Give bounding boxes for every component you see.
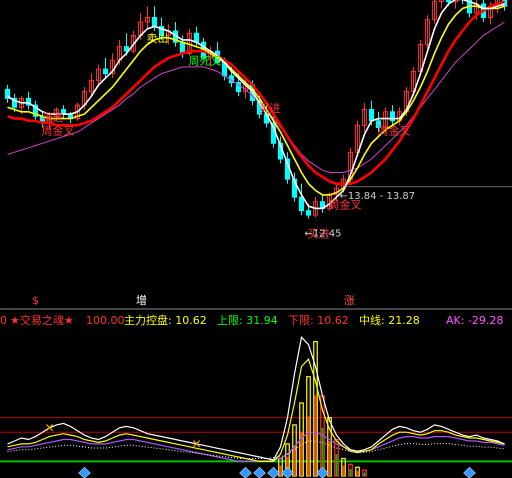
diamond-icon [239, 466, 252, 478]
ak-label: AK: -29.28 [446, 314, 503, 327]
candle-body [102, 68, 109, 75]
candle[interactable] [438, 0, 445, 9]
indicator-bar-inner [279, 465, 282, 476]
signal-annotation: 买进 [259, 102, 281, 115]
crossed-flag-icon: ✕ [45, 421, 55, 435]
low-price-label: ←12.45 [305, 229, 342, 240]
candle[interactable] [431, 0, 438, 25]
candle[interactable] [25, 91, 32, 110]
candle[interactable] [32, 100, 39, 121]
series-label: 中线: 21.28 [359, 313, 420, 327]
candle-body [389, 111, 396, 122]
axis-tick-a: $ [32, 294, 39, 307]
diamond-icon [78, 466, 91, 478]
candle-body [298, 196, 305, 212]
indicator-bar-inner [335, 454, 338, 476]
candle-body [193, 32, 200, 43]
indicator-bar-inner [363, 472, 366, 476]
series-label: 上限: 31.94 [217, 314, 278, 327]
indicator-name: ★交易之魂★ [10, 313, 74, 327]
diamond-icon [253, 466, 266, 478]
line-yellow [7, 358, 505, 462]
indicator-value: 100.00 [86, 314, 125, 327]
candle[interactable] [319, 194, 326, 213]
indicator-bar-inner [293, 445, 296, 476]
candle[interactable] [109, 53, 116, 79]
candle[interactable] [144, 6, 151, 29]
indicator-panel: ✕✕ [0, 336, 512, 478]
chart-canvas: 买进周金叉卖出周死叉买进周金叉买进周金叉 ←13.84 - 13.87 ←12.… [0, 0, 512, 478]
candle[interactable] [298, 183, 305, 216]
left-stub: 0 [0, 314, 7, 327]
candle[interactable] [102, 57, 109, 79]
signal-annotation: 卖出 [147, 31, 169, 45]
indicator-bar-inner [356, 470, 359, 476]
indicator-bar-inner [349, 468, 352, 476]
indicator-bar-inner [314, 395, 317, 476]
range-label: ←13.84 - 13.87 [340, 191, 416, 202]
indicator-header: 0 ★交易之魂★ 100.00 主力控盘: 10.62 上限: 31.94 下限: … [0, 313, 503, 327]
candle-body [445, 0, 452, 3]
diamond-icon [316, 466, 329, 478]
candle-body [305, 210, 312, 216]
candle-body [151, 16, 158, 27]
axis-tick-c: 涨 [344, 294, 355, 307]
signal-annotation: 买进 [42, 111, 64, 124]
series-label: 主力控盘: 10.62 [124, 313, 207, 327]
series-label: 下限: 10.62 [288, 314, 349, 327]
candle[interactable] [361, 102, 368, 133]
diamond-icon [267, 466, 280, 478]
crossed-flag-icon: ✕ [192, 437, 202, 451]
candle[interactable] [389, 105, 396, 126]
indicator-bar-inner [342, 465, 345, 476]
indicator-bar-inner [328, 440, 331, 476]
axis-tick-b: 增 [136, 293, 147, 307]
diamond-icon [463, 466, 476, 478]
candle[interactable] [4, 84, 11, 103]
diamond-icon [281, 466, 294, 478]
signal-annotation: 周金叉 [42, 123, 75, 137]
signal-annotation: 周金叉 [378, 123, 411, 137]
signal-annotation: 周死叉 [189, 55, 222, 68]
indicator-bar-inner [307, 416, 310, 476]
candle-body [368, 109, 375, 122]
